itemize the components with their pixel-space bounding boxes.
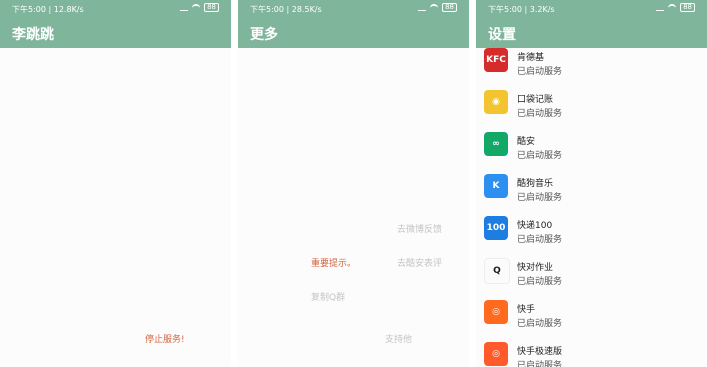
app-service-status: 已启动服务	[517, 319, 563, 329]
page-title: 李跳跳	[12, 27, 54, 43]
signal-icon	[656, 4, 665, 11]
support-link[interactable]: 支持他	[385, 332, 412, 345]
app-name: 口袋记账	[517, 95, 554, 105]
kuaidi100-icon: 100	[484, 216, 508, 240]
wifi-icon	[668, 3, 677, 12]
signal-icon	[418, 4, 427, 11]
app-name: 快递100	[517, 221, 553, 231]
app-list-item[interactable]: ◉ 口袋记账已启动服务	[476, 87, 707, 127]
network-speed: 28.5K/s	[291, 5, 322, 14]
app-list-item[interactable]: Q 快对作业已启动服务	[476, 255, 707, 295]
kuaidui-icon: Q	[484, 258, 510, 284]
status-time: 下午5:00	[488, 5, 522, 14]
wifi-icon	[192, 3, 201, 12]
app-service-status: 已启动服务	[517, 67, 563, 77]
more-panel: 下午5:00 | 28.5K/s 88 更多 去微博反馈 重要提示。 去酷安表评…	[238, 0, 469, 367]
app-service-status: 已启动服务	[517, 193, 563, 203]
weibo-feedback-link[interactable]: 去微博反馈	[397, 222, 442, 235]
app-service-status: 已启动服务	[517, 109, 563, 119]
app-list-item[interactable]: KFC 肯德基已启动服务	[476, 45, 707, 85]
app-name: 快手极速版	[517, 347, 563, 357]
wifi-icon	[430, 3, 439, 12]
network-speed: 3.2K/s	[529, 5, 555, 14]
app-list-item[interactable]: ∞ 酷安已启动服务	[476, 129, 707, 169]
status-time: 下午5:00	[12, 5, 46, 14]
battery-icon: 88	[442, 3, 457, 12]
important-notice-link[interactable]: 重要提示。	[311, 256, 356, 269]
app-service-status: 已启动服务	[517, 361, 563, 367]
app-bar: 下午5:00 | 12.8K/s 88 李跳跳	[0, 0, 231, 48]
app-service-status: 已启动服务	[517, 151, 563, 161]
app-name: 酷安	[517, 137, 536, 147]
signal-icon	[180, 4, 189, 11]
page-title: 更多	[250, 27, 278, 43]
app-list-item[interactable]: ◎ 快手已启动服务	[476, 297, 707, 337]
status-bar: 下午5:00 | 28.5K/s 88	[238, 0, 469, 16]
app-list-item[interactable]: 100 快递100 已启动服务	[476, 213, 707, 253]
app-service-status: 已启动服务	[517, 277, 563, 287]
stop-service-button[interactable]: 停止服务!	[145, 332, 185, 345]
app-name: 肯德基	[517, 53, 545, 63]
app-name: 快对作业	[517, 263, 554, 273]
coolapk-review-link[interactable]: 去酷安表评	[397, 256, 442, 269]
app-list-item[interactable]: ◎ 快手极速版已启动服务	[476, 339, 707, 367]
battery-icon: 88	[680, 3, 695, 12]
app-list-item[interactable]: K 酷狗音乐已启动服务	[476, 171, 707, 211]
kuaishou-icon: ◎	[484, 300, 508, 324]
battery-icon: 88	[204, 3, 219, 12]
app-service-status: 已启动服务	[517, 235, 563, 245]
app-bar: 下午5:00 | 28.5K/s 88 更多	[238, 0, 469, 48]
app-name: 快手	[517, 305, 536, 315]
coolapk-icon: ∞	[484, 132, 508, 156]
settings-panel: KFC 肯德基 已启动服务 ◉ 口袋记账 已启动服务 ∞ 酷安 已启动服务 K 酷狗音乐 已启动服务 1…	[476, 0, 707, 367]
pocket-ledger-icon: ◉	[484, 90, 508, 114]
status-bar: 下午5:00 | 3.2K/s 88	[476, 0, 707, 16]
kugou-icon: K	[484, 174, 508, 198]
kuaishou-lite-icon: ◎	[484, 342, 508, 366]
copy-qq-group-link[interactable]: 复制Q群	[311, 290, 345, 303]
page-title: 设置	[488, 27, 516, 43]
app-bar: 下午5:00 | 3.2K/s 88 设置	[476, 0, 707, 48]
app-name: 酷狗音乐	[517, 179, 554, 189]
network-speed: 12.8K/s	[53, 5, 84, 14]
status-time: 下午5:00	[250, 5, 284, 14]
status-bar: 下午5:00 | 12.8K/s 88	[0, 0, 231, 16]
app-panel-li-tiaotiao: 下午5:00 | 12.8K/s 88 李跳跳 停止服务!	[0, 0, 231, 367]
kfc-icon: KFC	[484, 48, 508, 72]
